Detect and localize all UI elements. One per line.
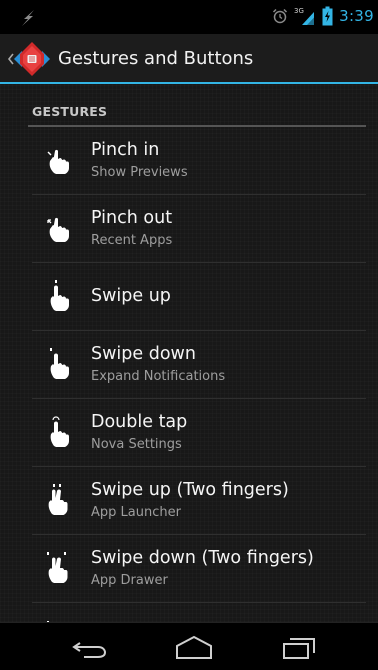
recents-icon[interactable] <box>280 633 320 661</box>
list-item-pinch-out[interactable]: Pinch out Recent Apps <box>0 195 378 263</box>
list-item-title: Double tap <box>91 412 188 432</box>
pinch-out-icon <box>47 217 69 242</box>
list-item-double-tap[interactable]: Double tap Nova Settings <box>0 399 378 467</box>
battery-charging-icon <box>322 6 333 26</box>
two-finger-swipe-up-icon <box>48 484 68 515</box>
list-item-summary: App Drawer <box>91 573 168 588</box>
network-type-label: 3G <box>294 7 304 15</box>
gesture-list: Pinch in Show Previews Pinch out Recent … <box>0 127 378 622</box>
list-item-summary: Recent Apps <box>91 233 173 248</box>
list-item-summary: App Launcher <box>91 505 181 520</box>
usb-debug-icon <box>22 10 34 26</box>
double-tap-icon <box>50 416 69 447</box>
back-icon[interactable] <box>70 633 110 661</box>
list-item-swipe-up[interactable]: Swipe up <box>0 263 378 331</box>
action-bar: Gestures and Buttons <box>0 34 378 84</box>
list-item-two-finger-swipe-up[interactable]: Swipe up (Two fingers) App Launcher <box>0 467 378 535</box>
list-item-title: Pinch out <box>91 208 173 228</box>
section-header: GESTURES <box>32 104 108 119</box>
list-item-summary: Expand Notifications <box>91 369 226 384</box>
list-item-title: Swipe down (Two fingers) <box>91 548 314 568</box>
nova-launcher-icon[interactable] <box>14 42 50 76</box>
list-item-swipe-down[interactable]: Swipe down Expand Notifications <box>0 331 378 399</box>
list-item-two-finger-swipe-down[interactable]: Swipe down (Two fingers) App Drawer <box>0 535 378 603</box>
navigation-bar <box>0 622 378 670</box>
pinch-in-icon <box>47 149 69 174</box>
status-icons: 3G 3:39 <box>272 6 374 26</box>
list-item-partial[interactable] <box>0 603 378 622</box>
list-item-title: Swipe up <box>91 286 171 306</box>
status-time: 3:39 <box>339 7 374 25</box>
list-item-summary: Nova Settings <box>91 437 182 452</box>
swipe-down-icon <box>50 348 69 379</box>
list-item-title: Pinch in <box>91 140 160 160</box>
settings-list-container[interactable]: GESTURES Pinch in Show Previews Pinch ou… <box>0 84 378 622</box>
list-item-title: Swipe down <box>91 344 196 364</box>
status-bar: 3G 3:39 <box>0 0 378 34</box>
alarm-icon <box>273 8 288 24</box>
signal-icon: 3G <box>294 7 315 25</box>
list-item-pinch-in[interactable]: Pinch in Show Previews <box>0 127 378 195</box>
swipe-up-icon <box>50 280 69 311</box>
home-icon[interactable] <box>174 633 214 661</box>
list-item-title: Swipe up (Two fingers) <box>91 480 289 500</box>
page-title: Gestures and Buttons <box>58 48 254 69</box>
list-item-summary: Show Previews <box>91 165 188 180</box>
two-finger-swipe-down-icon <box>47 552 68 583</box>
